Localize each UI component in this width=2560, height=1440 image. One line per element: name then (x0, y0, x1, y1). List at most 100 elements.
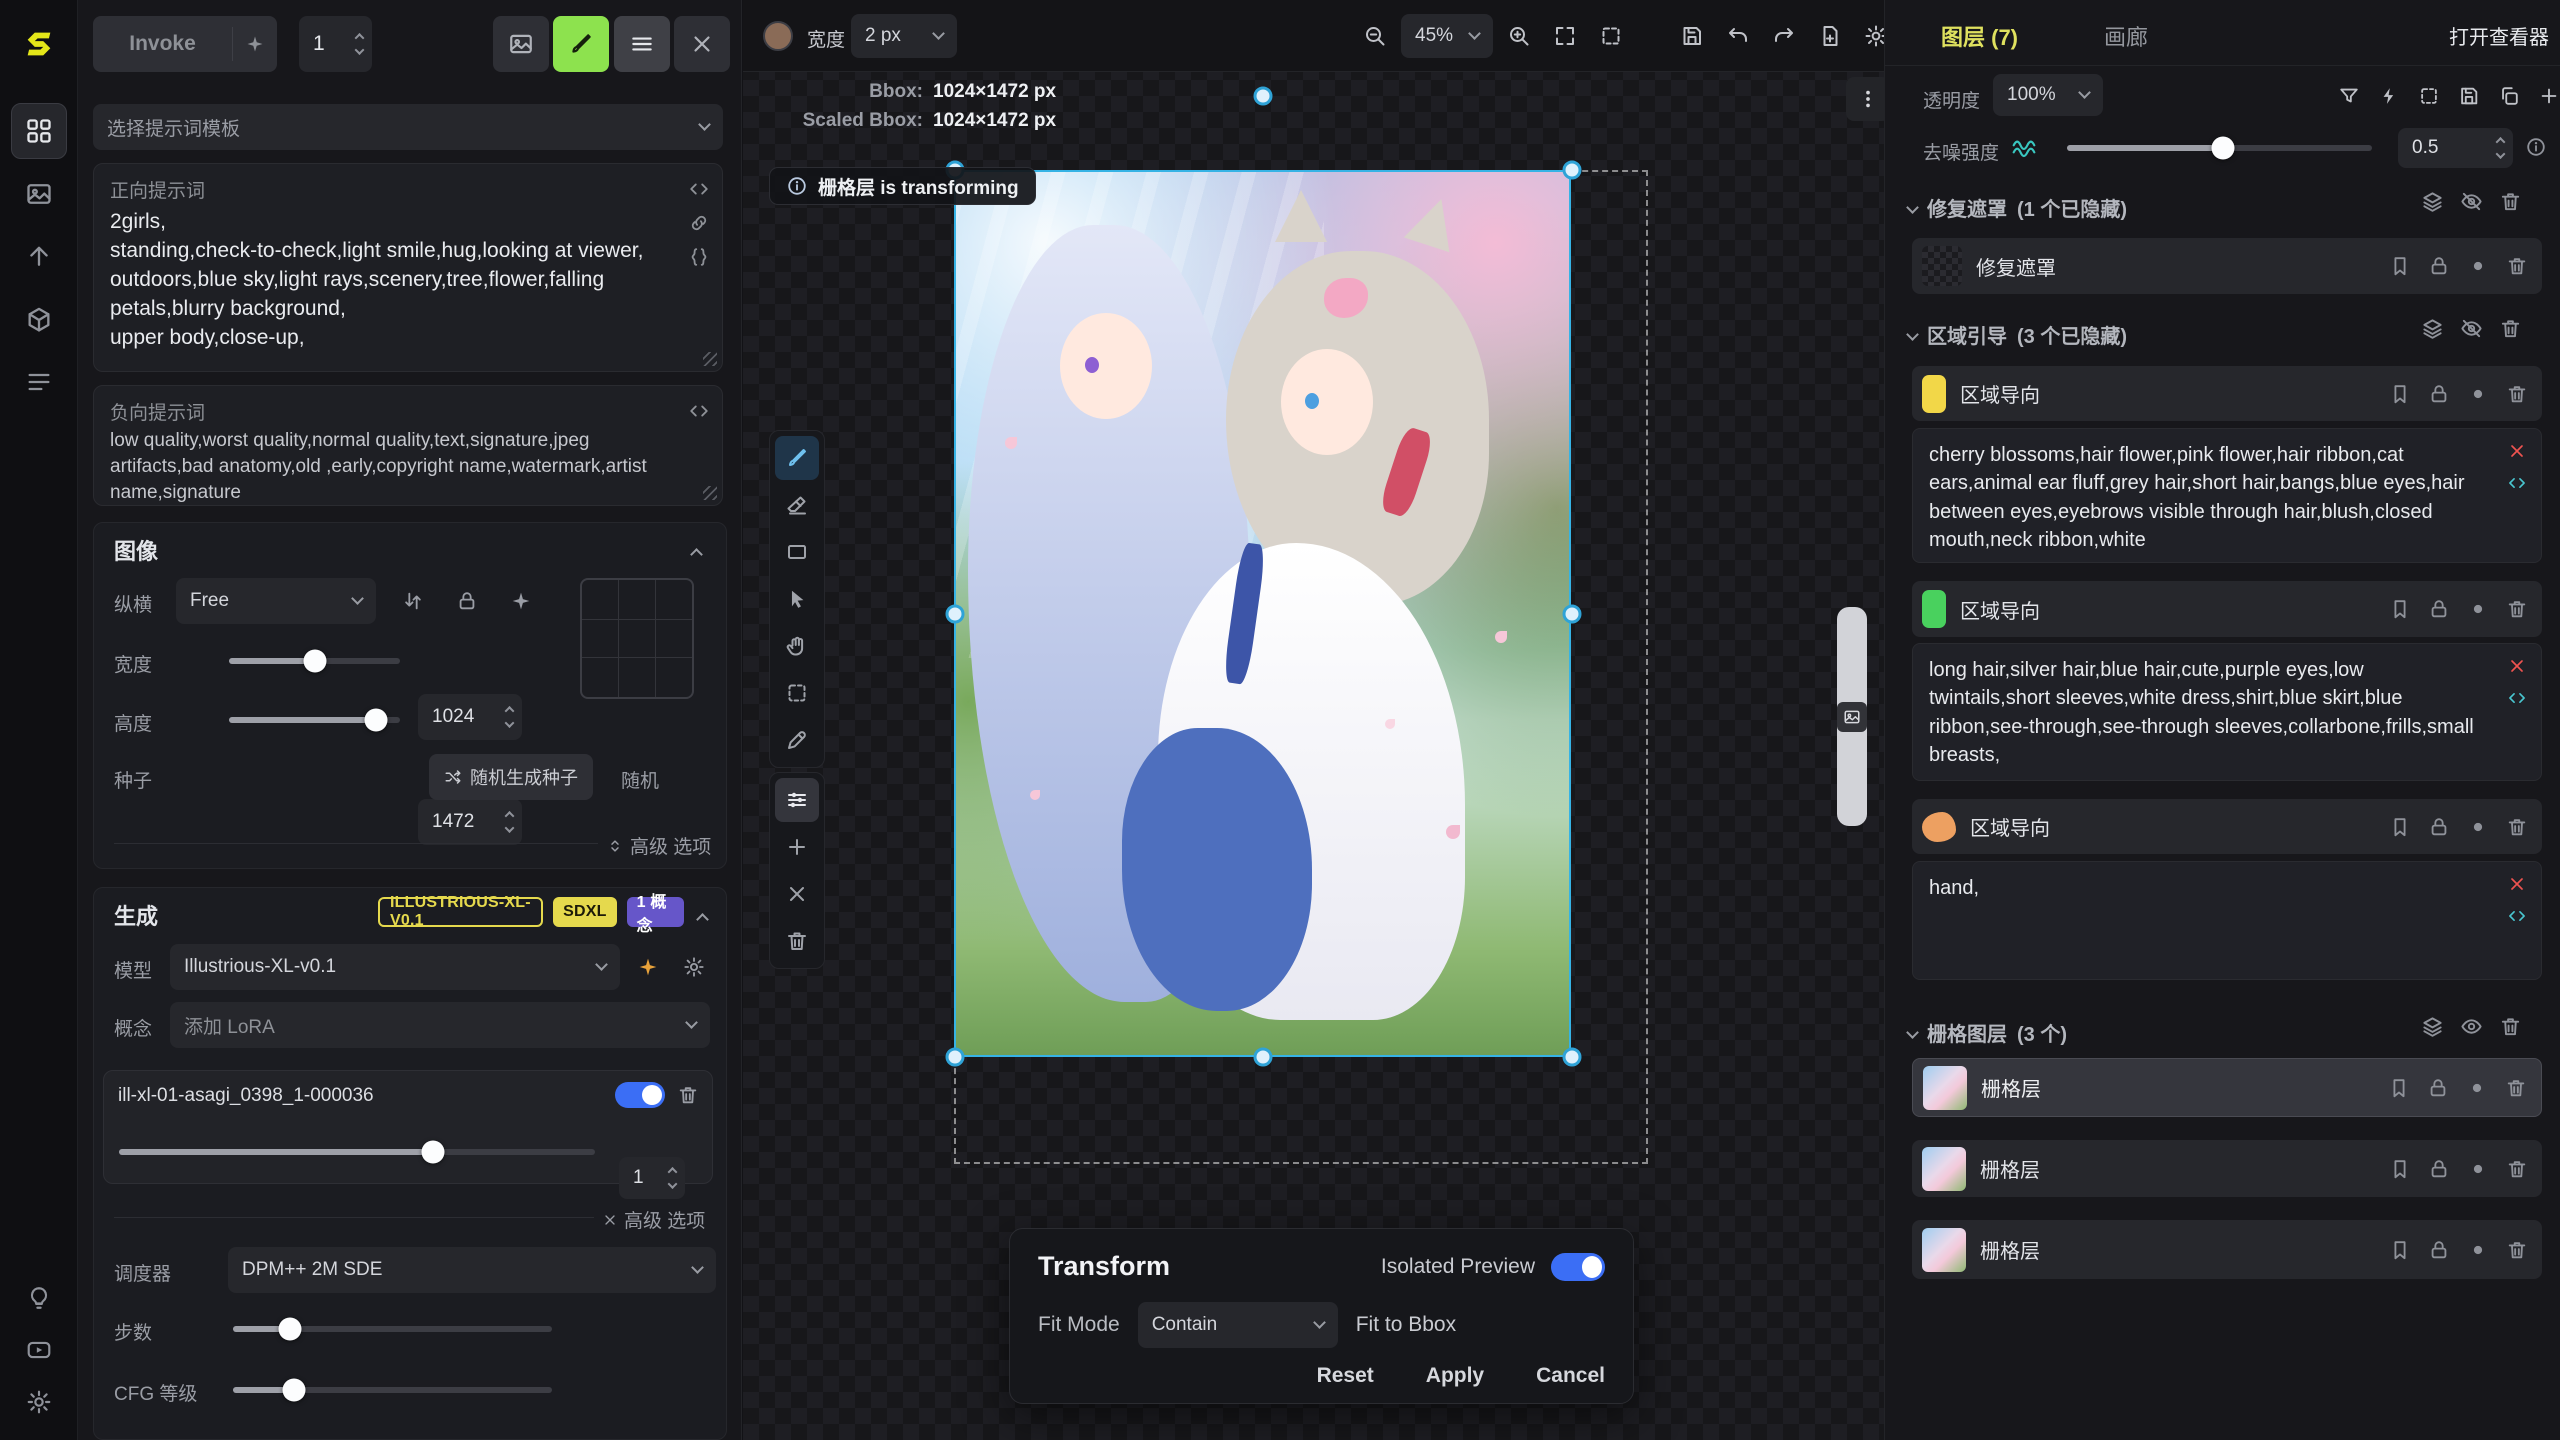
fit-mode-select[interactable]: Contain (1138, 1302, 1338, 1348)
visibility-dot-icon[interactable] (2466, 1077, 2488, 1099)
isolated-preview-toggle[interactable] (1551, 1253, 1605, 1281)
prompt-template-select[interactable]: 选择提示词模板 (93, 104, 723, 150)
visibility-dot-icon[interactable] (2467, 255, 2489, 277)
lock-icon[interactable] (2428, 383, 2450, 405)
layers-icon[interactable] (2421, 317, 2444, 340)
denoise-slider[interactable] (2067, 145, 2372, 151)
code-icon[interactable] (2507, 688, 2527, 708)
regional-layer-row[interactable]: 区域导向 (1912, 366, 2542, 421)
duplicate-layer-button[interactable] (2493, 80, 2525, 112)
model-select[interactable]: Illustrious-XL-v0.1 (170, 944, 620, 990)
add-layer-button[interactable] (2533, 80, 2560, 112)
model-sparkle-button[interactable] (630, 949, 666, 985)
bookmark-icon[interactable] (2388, 1077, 2410, 1099)
code-icon[interactable] (2507, 473, 2527, 493)
cfg-slider[interactable] (233, 1387, 552, 1393)
delete-icon[interactable] (2505, 1077, 2527, 1099)
lock-icon[interactable] (2427, 1077, 2449, 1099)
code-icon[interactable] (688, 400, 710, 422)
fit-bbox-button[interactable] (1591, 14, 1631, 58)
visibility-dot-icon[interactable] (2467, 598, 2489, 620)
lock-icon[interactable] (2428, 1239, 2450, 1261)
visibility-dot-icon[interactable] (2467, 1239, 2489, 1261)
eraser-tool[interactable] (775, 483, 819, 527)
zoom-out-button[interactable] (1355, 14, 1395, 58)
bookmark-icon[interactable] (2389, 1158, 2411, 1180)
quick-action-button[interactable] (2373, 80, 2405, 112)
layer-color-swatch[interactable] (1922, 590, 1946, 628)
opacity-select[interactable]: 100% (1993, 74, 2103, 116)
raster-layer-row[interactable]: 栅格层 (1912, 1140, 2542, 1197)
transform-handle-sw[interactable] (946, 1048, 965, 1067)
remove-prompt-icon[interactable] (2507, 441, 2527, 461)
positive-prompt-box[interactable]: 正向提示词 2girls, standing,check-to-check,li… (93, 163, 723, 372)
color-picker-tool[interactable] (775, 718, 819, 762)
lora-weight-slider[interactable] (119, 1149, 595, 1155)
regional-prompt-box[interactable]: cherry blossoms,hair flower,pink flower,… (1912, 428, 2542, 563)
redo-button[interactable] (1763, 14, 1805, 58)
visibility-dot-icon[interactable] (2467, 383, 2489, 405)
lock-icon[interactable] (2428, 598, 2450, 620)
inpaint-section-header[interactable]: 修复遮罩 (1 个已隐藏) (1908, 193, 2127, 222)
canvas-image[interactable] (954, 170, 1571, 1057)
trash-icon[interactable] (2499, 317, 2522, 340)
trash-icon[interactable] (2499, 1015, 2522, 1038)
negative-prompt-text[interactable]: low quality,worst quality,normal quality… (110, 428, 690, 507)
settings-icon[interactable] (15, 1378, 63, 1426)
move-tool[interactable] (775, 577, 819, 621)
delete-icon[interactable] (2506, 255, 2528, 277)
lock-icon[interactable] (2428, 255, 2450, 277)
optimize-size-button[interactable] (503, 583, 539, 619)
lora-weight-input[interactable]: 1 (619, 1157, 685, 1199)
queue-count-input[interactable]: 1 (299, 16, 372, 72)
steps-slider[interactable] (233, 1326, 552, 1332)
delete-layer-button[interactable] (775, 919, 819, 963)
denoise-input[interactable]: 0.5 (2398, 128, 2513, 168)
regional-prompt-box[interactable]: hand, (1912, 861, 2542, 980)
delete-icon[interactable] (2506, 1158, 2528, 1180)
regional-prompt-text[interactable]: cherry blossoms,hair flower,pink flower,… (1929, 441, 2485, 555)
lock-icon[interactable] (2428, 1158, 2450, 1180)
add-layer-button[interactable] (775, 825, 819, 869)
width-steppers[interactable] (506, 708, 513, 727)
width-slider[interactable] (229, 658, 400, 664)
negative-prompt-box[interactable]: 负向提示词 low quality,worst quality,normal q… (93, 385, 723, 506)
apply-button[interactable]: Apply (1426, 1364, 1484, 1388)
layers-icon[interactable] (2421, 190, 2444, 213)
denoise-info-icon[interactable] (2525, 136, 2547, 158)
brush-tool[interactable] (775, 436, 819, 480)
delete-icon[interactable] (2506, 383, 2528, 405)
bookmark-icon[interactable] (2389, 255, 2411, 277)
view-tool[interactable] (775, 624, 819, 668)
lora-select[interactable]: 添加 LoRA (170, 1002, 710, 1048)
generation-advanced-options[interactable]: 高级 选项 (602, 1206, 705, 1233)
swap-dims-button[interactable] (395, 583, 431, 619)
tool-options-button[interactable] (775, 778, 819, 822)
tab-queue[interactable] (11, 354, 67, 410)
bbox-tool[interactable] (775, 671, 819, 715)
youtube-icon[interactable] (15, 1326, 63, 1374)
lora-weight-steppers[interactable] (669, 1169, 676, 1188)
delete-icon[interactable] (2506, 598, 2528, 620)
cancel-button[interactable]: Cancel (1536, 1364, 1605, 1388)
panel-menu-button[interactable] (614, 16, 670, 72)
height-input[interactable]: 1472 (418, 799, 522, 845)
regional-layer-row[interactable]: 区域导向 (1912, 581, 2542, 637)
bookmark-icon[interactable] (2389, 383, 2411, 405)
transform-handle-se[interactable] (1563, 1048, 1582, 1067)
zoom-select[interactable]: 45% (1401, 14, 1493, 58)
transform-handle-top-float[interactable] (1254, 87, 1273, 106)
height-steppers[interactable] (506, 813, 513, 832)
inpaint-mask-row[interactable]: 修复遮罩 (1912, 238, 2542, 294)
layer-color-swatch[interactable] (1922, 375, 1946, 413)
denoise-steppers[interactable] (2497, 139, 2504, 158)
layers-icon[interactable] (2421, 1015, 2444, 1038)
hints-icon[interactable] (15, 1274, 63, 1322)
bookmark-icon[interactable] (2389, 598, 2411, 620)
layer-color-swatch[interactable] (1922, 812, 1956, 842)
tab-gallery[interactable]: 画廊 (2104, 20, 2148, 52)
filter-layers-button[interactable] (2333, 80, 2365, 112)
model-settings-button[interactable] (676, 949, 712, 985)
steps-slider-thumb[interactable] (279, 1318, 302, 1341)
eye-off-icon[interactable] (2460, 190, 2483, 213)
